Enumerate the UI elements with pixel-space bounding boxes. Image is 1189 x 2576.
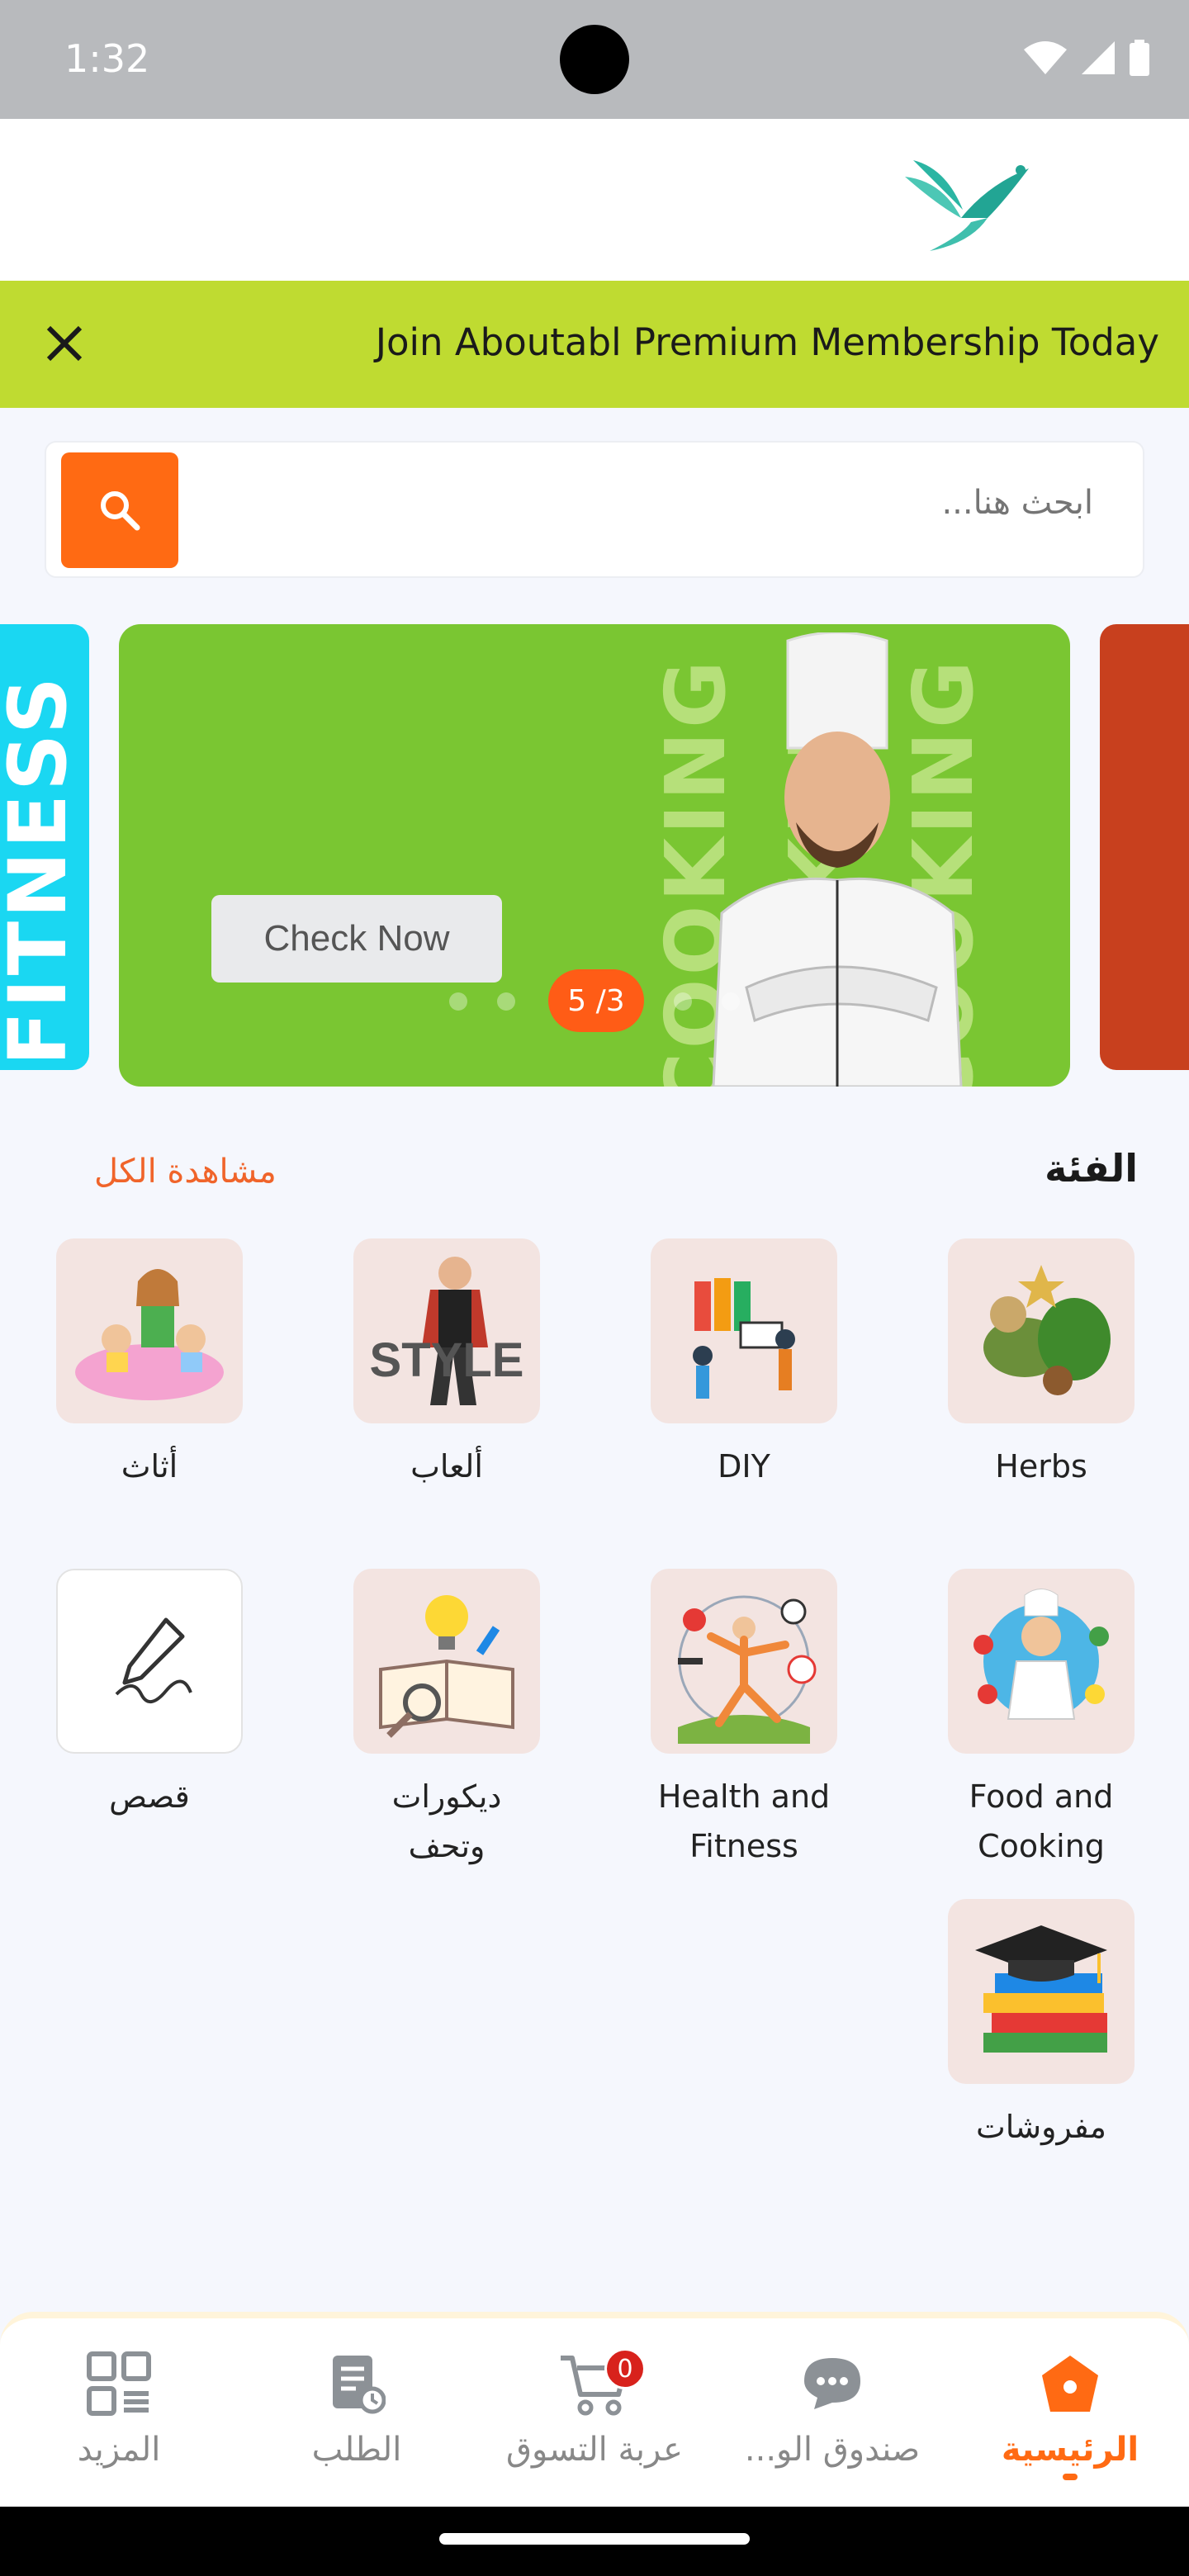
nav-orders[interactable]: الطلب (241, 2348, 472, 2469)
category-herbs[interactable]: Herbs (948, 1238, 1135, 1491)
close-icon[interactable] (33, 312, 96, 375)
slide-fitness-text: FITNESS (0, 674, 84, 1066)
status-icons (1024, 40, 1149, 76)
nav-label: المزيد (77, 2431, 161, 2469)
check-now-button[interactable]: Check Now (211, 895, 502, 983)
category-health-fitness[interactable]: Health and Fitness (651, 1569, 837, 1871)
category-label: أثاث (121, 1448, 178, 1485)
category-furnishings[interactable]: مفروشات (948, 1899, 1135, 2152)
nav-inbox[interactable]: صندوق الو... (717, 2348, 948, 2469)
home-icon (1042, 2356, 1098, 2412)
bottom-navigation: الرئيسية صندوق الو... 0 عربة التسوق الطل… (0, 2312, 1189, 2507)
graduation-icon (948, 1899, 1135, 2084)
home-gesture-bar[interactable] (439, 2533, 750, 2545)
view-all-link[interactable]: مشاهدة الكل (94, 1153, 277, 1191)
carousel-dot[interactable] (497, 992, 515, 1011)
status-bar: 1:32 (0, 0, 1189, 119)
book-idea-icon (353, 1569, 540, 1754)
cart-badge: 0 (604, 2348, 646, 2389)
orders-icon (333, 2356, 386, 2414)
carousel-dot[interactable] (722, 992, 740, 1011)
search-button[interactable] (61, 452, 178, 568)
gesture-area (0, 2507, 1189, 2576)
carousel-dot[interactable] (449, 992, 467, 1011)
nav-label: صندوق الو... (744, 2431, 921, 2469)
category-label: قصص (109, 1778, 190, 1815)
chef-icon (948, 1569, 1135, 1754)
nav-label: الرئيسية (1001, 2431, 1139, 2469)
app-header (0, 119, 1189, 281)
chef-image (712, 632, 963, 1087)
nav-home[interactable]: الرئيسية (955, 2348, 1186, 2480)
nav-more[interactable]: المزيد (3, 2348, 234, 2469)
fitness-icon (651, 1569, 837, 1754)
category-diy[interactable]: DIY (651, 1238, 837, 1491)
category-food-cooking[interactable]: Food and Cooking (948, 1569, 1135, 1871)
family-icon (56, 1238, 243, 1423)
svg-text:STYLE: STYLE (370, 1333, 524, 1387)
category-label: DIY (718, 1448, 770, 1485)
herbs-icon (948, 1238, 1135, 1423)
categories-title: الفئة (1045, 1146, 1138, 1191)
search-bar (45, 441, 1144, 578)
wifi-icon (1024, 41, 1067, 74)
promo-banner: Join Aboutabl Premium Membership Today (0, 281, 1189, 408)
status-time: 1:32 (64, 36, 150, 81)
category-label: Food and Cooking (969, 1778, 1114, 1864)
carousel-slide-fitness[interactable]: FITNESS (0, 624, 89, 1070)
active-indicator (1063, 2474, 1078, 2480)
category-decor[interactable]: ديكورات وتحف (353, 1569, 540, 1871)
category-toys[interactable]: STYLE ألعاب (353, 1238, 540, 1491)
chat-icon (804, 2358, 860, 2409)
carousel-slide-cooking[interactable]: COOKING COOKING COOKING Check Now 5 /3 (119, 624, 1070, 1087)
nav-cart[interactable]: 0 عربة التسوق (479, 2348, 710, 2469)
camera-cutout (560, 25, 629, 94)
style-icon: STYLE (353, 1238, 540, 1423)
bird-logo-icon[interactable] (897, 135, 1045, 259)
battery-icon (1130, 40, 1149, 76)
category-label: Herbs (995, 1448, 1087, 1485)
nav-label: الطلب (311, 2431, 402, 2469)
carousel-dot[interactable] (674, 992, 692, 1011)
category-furniture[interactable]: أثاث (56, 1238, 243, 1491)
carousel-pager: 5 /3 (548, 969, 644, 1032)
category-label: Health and Fitness (657, 1778, 831, 1864)
pen-icon (56, 1569, 243, 1754)
category-label: مفروشات (975, 2109, 1107, 2145)
search-input[interactable] (350, 484, 1093, 522)
nav-label: عربة التسوق (506, 2431, 683, 2469)
category-stories[interactable]: قصص (56, 1569, 243, 1821)
signal-icon (1082, 41, 1115, 74)
category-label: ديكورات وتحف (391, 1778, 502, 1864)
carousel-slide-next[interactable] (1100, 624, 1189, 1070)
search-icon (101, 491, 140, 531)
diy-icon (651, 1238, 837, 1423)
grid-icon (87, 2351, 151, 2416)
category-label: ألعاب (410, 1448, 483, 1485)
promo-text[interactable]: Join Aboutabl Premium Membership Today (376, 320, 1159, 364)
banner-carousel[interactable]: FITNESS COOKING COOKING COOKING Check No… (0, 624, 1189, 1087)
